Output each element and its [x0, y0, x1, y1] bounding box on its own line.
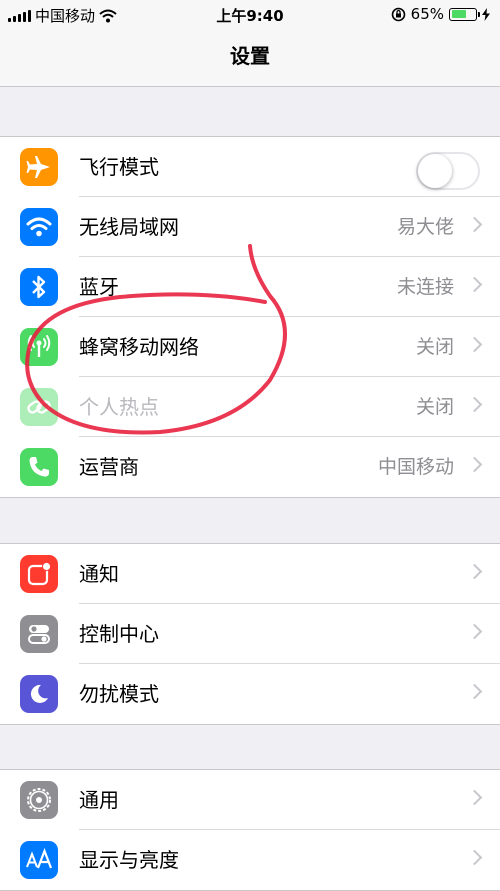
settings-group-notifications: 通知 控制中心 勿扰模式: [0, 543, 500, 725]
cellular-antenna-icon: [20, 328, 58, 366]
carrier-value: 中国移动: [377, 456, 454, 478]
row-label: 运营商: [79, 455, 139, 479]
row-label: 通用: [79, 788, 119, 812]
airplane-icon: [20, 148, 58, 186]
row-control-center[interactable]: 控制中心: [0, 604, 500, 664]
row-label: 个人热点: [79, 395, 159, 419]
row-label: 显示与亮度: [79, 848, 179, 872]
cellular-status: 关闭: [415, 336, 454, 358]
chevron-right-icon: [466, 683, 483, 700]
row-label: 勿扰模式: [79, 682, 159, 706]
row-notifications[interactable]: 通知: [0, 544, 500, 604]
airplane-mode-toggle[interactable]: [416, 152, 480, 190]
chevron-right-icon: [466, 563, 483, 580]
gear-icon: [20, 781, 58, 819]
row-general[interactable]: 通用: [0, 770, 500, 830]
toggle-knob: [418, 154, 452, 188]
row-label: 无线局域网: [79, 215, 179, 239]
charging-bolt-icon: [482, 7, 490, 21]
navigation-bar: 设置: [0, 28, 500, 87]
moon-icon: [20, 675, 58, 713]
settings-group-connectivity: 飞行模式 无线局域网 易大佬 蓝牙 未连接 蜂窝移动网络 关闭 个人热点 关闭 …: [0, 136, 500, 498]
row-display-brightness[interactable]: 显示与亮度: [0, 830, 500, 890]
chevron-right-icon: [466, 623, 483, 640]
row-bluetooth[interactable]: 蓝牙 未连接: [0, 257, 500, 317]
status-right: 65%: [391, 5, 490, 23]
row-label: 控制中心: [79, 622, 159, 646]
wifi-icon: [20, 208, 58, 246]
row-do-not-disturb[interactable]: 勿扰模式: [0, 664, 500, 724]
phone-icon: [20, 448, 58, 486]
status-bar: 中国移动 上午9:40 65%: [0, 0, 500, 28]
row-personal-hotspot[interactable]: 个人热点 关闭: [0, 377, 500, 437]
row-label: 蓝牙: [79, 275, 119, 299]
wifi-network-name: 易大佬: [396, 216, 454, 238]
row-label: 飞行模式: [79, 155, 159, 179]
hotspot-link-icon: [20, 388, 58, 426]
hotspot-status: 关闭: [415, 396, 454, 418]
chevron-right-icon: [466, 336, 483, 353]
display-text-size-icon: [20, 841, 58, 879]
chevron-right-icon: [466, 789, 483, 806]
orientation-lock-icon: [391, 7, 405, 21]
chevron-right-icon: [466, 396, 483, 413]
chevron-right-icon: [466, 276, 483, 293]
row-label: 通知: [79, 562, 119, 586]
notifications-icon: [20, 555, 58, 593]
control-center-icon: [20, 615, 58, 653]
battery-icon: [449, 7, 480, 21]
settings-group-general: 通用 显示与亮度: [0, 769, 500, 891]
chevron-right-icon: [466, 849, 483, 866]
row-wifi[interactable]: 无线局域网 易大佬: [0, 197, 500, 257]
row-carrier[interactable]: 运营商 中国移动: [0, 437, 500, 497]
battery-level-fill: [451, 10, 466, 18]
row-airplane-mode[interactable]: 飞行模式: [0, 137, 500, 197]
row-cellular[interactable]: 蜂窝移动网络 关闭: [0, 317, 500, 377]
bluetooth-icon: [20, 268, 58, 306]
chevron-right-icon: [466, 216, 483, 233]
row-label: 蜂窝移动网络: [79, 335, 199, 359]
bluetooth-status: 未连接: [396, 276, 454, 298]
chevron-right-icon: [466, 456, 483, 473]
battery-percent: 65%: [410, 5, 444, 23]
page-title: 设置: [230, 44, 270, 68]
